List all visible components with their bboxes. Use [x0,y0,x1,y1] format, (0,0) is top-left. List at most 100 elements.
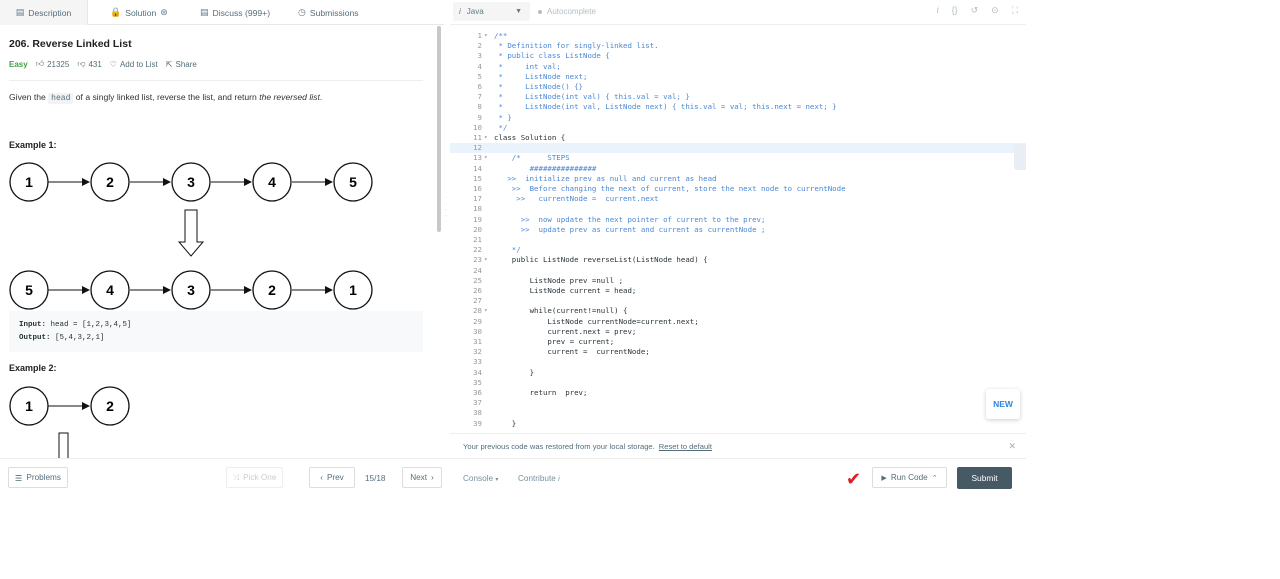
language-select[interactable]: i Java ▼ [453,2,530,21]
code-line[interactable]: 4 * int val; [450,62,1026,72]
reset-icon[interactable]: ↺ [971,5,979,16]
code-line[interactable]: 10 */ [450,123,1026,133]
code-line[interactable]: 31 prev = current; [450,337,1026,347]
code-text: prev = current; [494,337,615,346]
code-line[interactable]: 15 >> initialize prev as null and curren… [450,174,1026,184]
submit-button[interactable]: Submit [957,467,1012,489]
chat-icon: ▤ [200,7,209,17]
code-line[interactable]: 29 ListNode currentNode=current.next; [450,317,1026,327]
run-code-button[interactable]: ▶ Run Code ⌃ [872,467,947,488]
code-line[interactable]: 3 * public class ListNode { [450,51,1026,61]
code-editor[interactable]: 1 ▾/** 2 * Definition for singly-linked li… [450,31,1026,431]
code-line[interactable]: 30 current.next = prev; [450,327,1026,337]
prev-button[interactable]: ‹ Prev [309,467,355,488]
fold-toggle-icon[interactable]: ▾ [484,31,488,41]
language-value: Java [466,7,484,16]
line-number: 22 [473,245,482,255]
code-text: public ListNode reverseList(ListNode hea… [494,255,708,265]
fold-toggle-icon[interactable]: ▾ [484,153,488,163]
contribute-button[interactable]: Contribute i [518,474,560,483]
code-line[interactable]: 2 * Definition for singly-linked list. [450,41,1026,51]
code-line[interactable]: 27 [450,296,1026,306]
fold-toggle-icon[interactable]: ▾ [484,255,488,265]
info-icon[interactable]: i [937,5,939,16]
code-line[interactable]: 16 >> Before changing the next of curren… [450,184,1026,194]
code-line[interactable]: 18 [450,204,1026,214]
code-line[interactable]: 36 return prev; [450,388,1026,398]
line-number: 8 [477,102,482,112]
code-line[interactable]: 26 ListNode current = head; [450,286,1026,296]
like-button[interactable]: 👍︎ 21325 [36,59,70,69]
code-line[interactable]: 12 [450,143,1026,154]
code-line[interactable]: 5 * ListNode next; [450,72,1026,82]
pick-one-button[interactable]: ⤨ Pick One [226,467,283,488]
close-icon[interactable]: ✕ [1008,441,1016,452]
code-line[interactable]: 39 } [450,419,1026,429]
line-number: 16 [473,184,482,193]
autocomplete-toggle[interactable]: Autocomplete [538,7,596,16]
line-number: 18 [473,204,482,214]
side-tab[interactable] [1014,144,1026,170]
fold-toggle-icon[interactable]: ▾ [484,306,488,316]
contribute-label: Contribute [518,474,556,483]
console-label: Console [463,474,494,483]
code-line[interactable]: 37 [450,398,1026,408]
share-button[interactable]: ⇱ Share [166,60,197,69]
editor-panel: i Java ▼ Autocomplete i {} ↺ ⊙ ⛶ 1 ▾/** 2 … [450,0,1026,458]
code-line[interactable]: 13 ▾ /* STEPS [450,153,1026,163]
braces-icon[interactable]: {} [952,5,958,16]
next-button[interactable]: Next › [402,467,442,488]
share-label: Share [175,59,197,69]
new-feature-button[interactable]: NEW [986,389,1020,419]
node-value: 1 [25,174,33,190]
problems-button[interactable]: ☰ Problems [8,467,68,488]
problems-label: Problems [26,473,61,482]
example-1-diagram: 1 2 3 4 5 5 4 3 2 1 [9,162,373,310]
tab-solution[interactable]: 🔒 Solution ⊛ [110,0,168,25]
reset-to-default-link[interactable]: Reset to default [659,442,712,451]
splitter-handle[interactable]: · · · · · [444,195,448,225]
list-node: 4 [90,270,130,310]
code-line[interactable]: 1 ▾ /** [450,31,1026,41]
console-button[interactable]: Console ▾ [463,474,498,483]
code-line[interactable]: 19 >> now update the next pointer of cur… [450,215,1026,225]
code-line[interactable]: 17 >> currentNode = current.next [450,194,1026,204]
code-line[interactable]: 22 */ [450,245,1026,255]
page-indicator: 15/18 [365,474,386,483]
code-line[interactable]: 14 ############### [450,164,1026,174]
code-line[interactable]: 9 * } [450,113,1026,123]
code-line[interactable]: 25 ListNode prev =null ; [450,276,1026,286]
settings-icon[interactable]: ⊙ [991,5,999,16]
line-number: 36 [473,388,482,397]
code-line[interactable]: 32 current = currentNode; [450,347,1026,357]
dislike-button[interactable]: 👎︎ 431 [77,59,101,69]
tab-discuss[interactable]: ▤ Discuss (999+) [200,0,270,25]
code-text: * ListNode(int val) { this.val = val; } [494,92,690,102]
code-line[interactable]: 21 [450,235,1026,245]
problem-scrollbar[interactable] [437,26,441,232]
tab-description[interactable]: ▤ Description [0,0,88,25]
node-value: 1 [25,398,33,414]
code-line[interactable]: 7 * ListNode(int val) { this.val = val; … [450,92,1026,102]
code-line[interactable]: 11 ▾ class Solution { [450,133,1026,143]
code-line[interactable]: 8 * ListNode(int val, ListNode next) { t… [450,102,1026,112]
example-1-title: Example 1: [9,140,57,150]
code-line[interactable]: 24 [450,266,1026,276]
code-line[interactable]: 28 ▾ while(current!=null) { [450,306,1026,316]
fullscreen-icon[interactable]: ⛶ [1012,5,1018,16]
add-to-list-button[interactable]: ♡ Add to List [110,60,158,69]
code-line[interactable]: 35 [450,378,1026,388]
line-number: 13 [473,153,482,163]
problem-meta: Easy 👍︎ 21325 👎︎ 431 ♡ Add to List ⇱ Sha… [9,59,197,69]
code-line[interactable]: 6 * ListNode() {} [450,82,1026,92]
code-line[interactable]: 23 ▾ public ListNode reverseList(ListNode… [450,255,1026,265]
tab-submissions[interactable]: ◷ Submissions [298,0,359,25]
code-line[interactable]: 20 >> update prev as current and current… [450,225,1026,235]
code-line[interactable]: 38 [450,408,1026,418]
code-line[interactable]: 34 } [450,368,1026,378]
line-number: 20 [473,224,482,234]
list-node: 5 [9,270,49,310]
code-line[interactable]: 33 [450,357,1026,367]
line-number: 30 [473,326,482,336]
fold-toggle-icon[interactable]: ▾ [484,133,488,143]
